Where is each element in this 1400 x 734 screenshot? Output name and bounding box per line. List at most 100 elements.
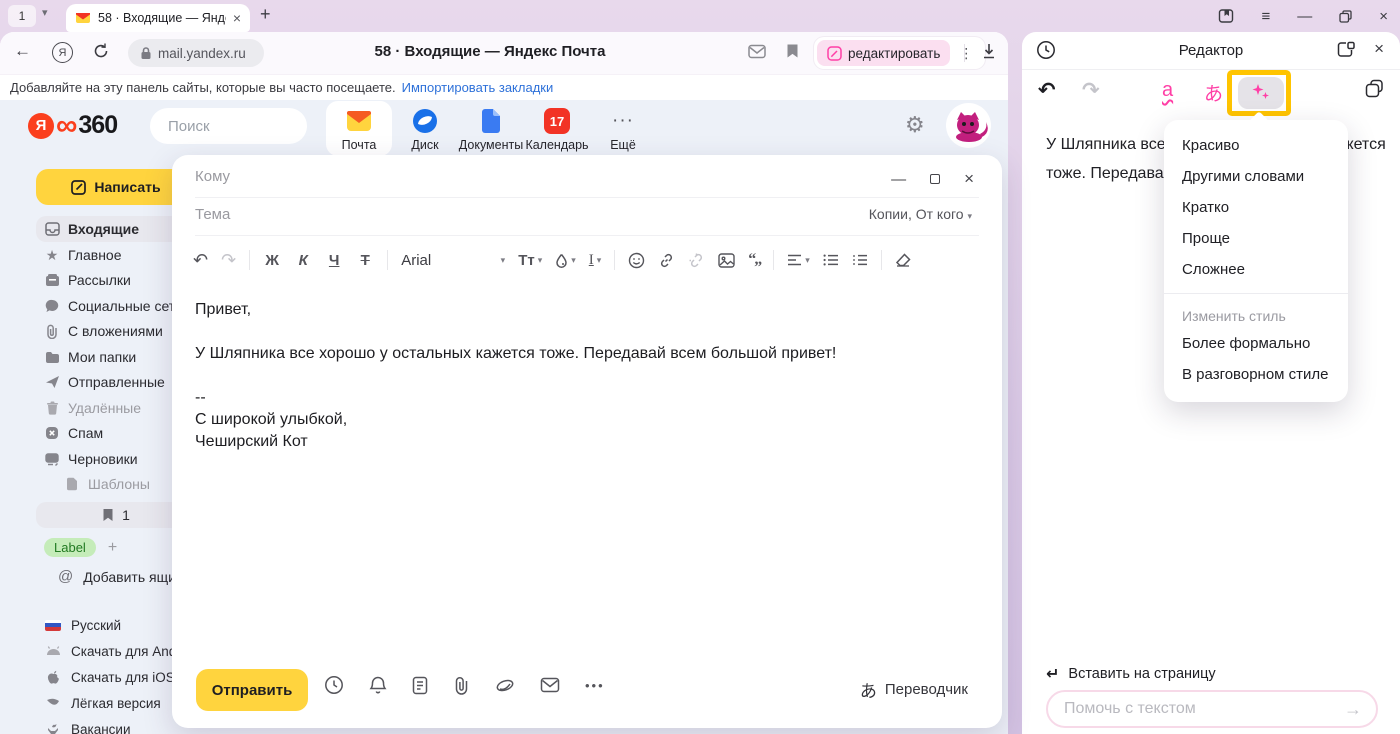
language-link[interactable]: Русский xyxy=(44,614,121,636)
highlight-color-button[interactable]: I ▾ xyxy=(589,252,602,269)
spellcheck-icon[interactable]: a xyxy=(1162,79,1173,102)
search-box[interactable] xyxy=(150,108,307,144)
text-color-button[interactable]: ▾ xyxy=(555,253,576,268)
settings-gear-icon[interactable]: ⚙ xyxy=(905,112,925,138)
new-tab-button[interactable]: + xyxy=(260,4,271,25)
compose-expand-icon[interactable] xyxy=(930,174,940,184)
strikethrough-button[interactable]: Т xyxy=(356,252,374,269)
link-button[interactable] xyxy=(658,252,675,269)
sidebar-item-main[interactable]: ★ Главное xyxy=(36,242,192,268)
menu-item-shorten[interactable]: Кратко xyxy=(1164,192,1348,223)
italic-button[interactable]: К xyxy=(294,252,312,269)
font-family-select[interactable]: Arial ▾ xyxy=(401,252,505,269)
active-tab[interactable]: 58 · Входящие — Яндек × xyxy=(66,4,250,32)
redo-icon[interactable]: ↷ xyxy=(221,250,236,271)
download-ios-link[interactable]: Скачать для iOS xyxy=(44,666,175,688)
compose-close-icon[interactable]: × xyxy=(964,169,974,189)
minimize-window-icon[interactable]: — xyxy=(1297,9,1312,24)
mail-notifier-icon[interactable] xyxy=(748,44,766,59)
message-body[interactable]: Привет, У Шляпника все хорошо у остальны… xyxy=(195,299,962,453)
menu-item-simplify[interactable]: Проще xyxy=(1164,223,1348,254)
kebab-menu-icon[interactable]: ⋮ xyxy=(950,45,982,62)
ai-prompt-input[interactable] xyxy=(1048,700,1344,718)
tab-close-icon[interactable]: × xyxy=(233,10,241,26)
sidebar-item-social[interactable]: Социальные сети xyxy=(36,293,192,319)
add-mailbox-button[interactable]: @ Добавить ящик xyxy=(58,568,182,585)
close-panel-icon[interactable]: × xyxy=(1374,39,1384,59)
open-in-window-icon[interactable] xyxy=(1337,41,1356,58)
yandex360-logo[interactable]: Я ∞ 360 xyxy=(28,111,117,140)
ai-assist-button[interactable] xyxy=(1238,77,1284,109)
address-bar[interactable]: mail.yandex.ru xyxy=(128,39,264,67)
submit-arrow-icon[interactable]: → xyxy=(1344,699,1362,720)
copy-icon[interactable] xyxy=(1365,79,1384,98)
sidebar-item-sent[interactable]: Отправленные xyxy=(36,369,192,395)
back-icon[interactable]: ← xyxy=(14,41,31,61)
vacancies-link[interactable]: Вакансии xyxy=(44,718,131,734)
unlink-button[interactable] xyxy=(688,252,705,269)
tab-docs[interactable]: Документы xyxy=(458,101,524,152)
underline-button[interactable]: Ч xyxy=(325,252,343,269)
bold-button[interactable]: Ж xyxy=(263,252,281,269)
send-button[interactable]: Отправить xyxy=(196,669,308,711)
browser-menu-icon[interactable]: ≡ xyxy=(1261,9,1270,24)
user-avatar[interactable] xyxy=(946,103,991,148)
tab-count-badge[interactable]: 1 xyxy=(8,5,36,27)
font-size-select[interactable]: Тт ▾ xyxy=(518,252,542,269)
undo-icon[interactable]: ↶ xyxy=(193,250,208,271)
close-window-icon[interactable]: × xyxy=(1379,9,1388,24)
numbered-list-button[interactable] xyxy=(852,254,868,266)
undo-icon[interactable]: ↶ xyxy=(1038,78,1056,103)
add-label-icon[interactable]: + xyxy=(108,539,117,557)
schedule-send-icon[interactable] xyxy=(324,675,344,695)
downloads-icon[interactable] xyxy=(981,42,997,60)
translate-icon[interactable]: あ xyxy=(1204,79,1223,106)
sidebar-item-trash[interactable]: Удалённые xyxy=(36,395,192,421)
sidebar-item-drafts[interactable]: Черновики xyxy=(36,446,192,472)
ai-prompt-box[interactable]: → xyxy=(1046,690,1378,728)
sidebar-item-spam[interactable]: Спам xyxy=(36,420,192,446)
sidebar-item-templates[interactable]: Шаблоны xyxy=(36,471,192,497)
tab-more[interactable]: ··· Ещё xyxy=(590,101,656,152)
emoji-button[interactable] xyxy=(628,252,645,269)
bookmark-icon[interactable] xyxy=(786,43,799,59)
menu-item-more-formal[interactable]: Более формально xyxy=(1164,328,1348,359)
sidebar-item-newsletters[interactable]: Рассылки xyxy=(36,267,192,293)
subject-field[interactable]: Тема xyxy=(195,206,230,223)
sidebar-item-my-folders[interactable]: Мои папки xyxy=(36,344,192,370)
redo-icon[interactable]: ↷ xyxy=(1082,78,1100,103)
attach-file-icon[interactable] xyxy=(453,676,470,695)
signature-pen-icon[interactable] xyxy=(495,677,515,694)
light-version-link[interactable]: Лёгкая версия xyxy=(44,692,161,714)
menu-item-beautify[interactable]: Красиво xyxy=(1164,130,1348,161)
yandex-button[interactable]: Я xyxy=(52,42,73,63)
insert-on-page-button[interactable]: ↵ Вставить на страницу xyxy=(1046,664,1216,684)
import-bookmarks-link[interactable]: Импортировать закладки xyxy=(402,80,554,95)
insert-image-button[interactable] xyxy=(718,253,735,268)
more-actions-icon[interactable]: ••• xyxy=(585,678,605,693)
reminder-bell-icon[interactable] xyxy=(369,675,387,695)
menu-item-rephrase[interactable]: Другими словами xyxy=(1164,161,1348,192)
compose-minimize-icon[interactable]: — xyxy=(891,171,906,188)
tab-mail[interactable]: Почта xyxy=(326,101,392,156)
envelope-icon[interactable] xyxy=(540,677,560,693)
menu-item-complexify[interactable]: Сложнее xyxy=(1164,254,1348,285)
sidebar-item-attachments[interactable]: С вложениями xyxy=(36,318,192,344)
tab-calendar[interactable]: 17 Календарь xyxy=(524,101,590,152)
restore-window-icon[interactable] xyxy=(1339,10,1352,23)
cc-from-toggle[interactable]: Копии, От кого ▾ xyxy=(869,206,972,222)
bullet-list-button[interactable] xyxy=(823,254,839,266)
menu-item-conversational[interactable]: В разговорном стиле xyxy=(1164,359,1348,390)
eraser-button[interactable] xyxy=(895,253,911,267)
side-panel-icon[interactable] xyxy=(1218,8,1234,24)
blockquote-button[interactable]: “„ xyxy=(748,251,760,269)
translator-button[interactable]: あ Переводчик xyxy=(860,677,968,702)
template-note-icon[interactable] xyxy=(412,676,428,695)
refresh-icon[interactable] xyxy=(92,42,110,60)
label-pill[interactable]: Label xyxy=(44,538,96,557)
tab-list-chevron-icon[interactable]: ▾ xyxy=(42,6,48,19)
tab-disk[interactable]: Диск xyxy=(392,101,458,152)
align-button[interactable]: ▾ xyxy=(787,254,810,266)
to-field[interactable]: Кому xyxy=(195,168,230,185)
edit-page-button[interactable]: редактировать xyxy=(817,40,950,66)
